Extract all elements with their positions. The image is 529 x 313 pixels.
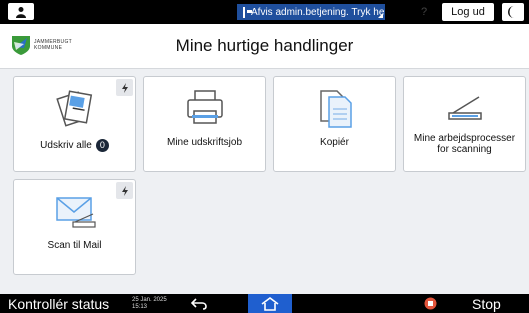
stop-button[interactable]: Stop (472, 296, 501, 312)
date-text: 25 Jan. 2025 (132, 297, 167, 303)
tile-print-all-label: Udskriv alle 0 (14, 139, 135, 152)
date-time: 25 Jan. 2025 15:13 (132, 297, 167, 311)
tile-my-print-jobs-label: Mine udskriftsjob (166, 137, 243, 148)
tile-scan-workflows[interactable]: Mine arbejdsprocesser for scanning (403, 76, 526, 172)
tile-scan-to-mail[interactable]: Scan til Mail (13, 179, 136, 275)
print-documents-icon (14, 87, 135, 131)
time-text: 15:13 (132, 304, 148, 310)
tile-my-print-jobs[interactable]: Mine udskriftsjob (143, 76, 266, 172)
printer-icon (144, 87, 265, 127)
bottom-bar: Kontrollér status 25 Jan. 2025 15:13 Sto… (0, 294, 529, 313)
tile-print-all[interactable]: Udskriv alle 0 (13, 76, 136, 172)
tile-copy[interactable]: Kopiér (273, 76, 396, 172)
tile-scan-to-mail-label: Scan til Mail (47, 240, 102, 251)
screen-icon (243, 6, 252, 18)
back-button[interactable] (186, 295, 212, 312)
corner-mark-icon (378, 13, 383, 18)
copy-documents-icon (274, 87, 395, 131)
tile-copy-label: Kopiér (320, 137, 349, 148)
home-button[interactable] (248, 294, 292, 313)
admin-notice-button[interactable]: Afvis admin.betjening. Tryk her (237, 4, 385, 20)
header: JAMMERBUGT KOMMUNE Mine hurtige handling… (0, 24, 529, 69)
user-icon (16, 6, 26, 18)
scanner-icon (404, 87, 525, 127)
user-button[interactable] (8, 3, 34, 20)
night-mode-button[interactable] (502, 3, 524, 21)
print-all-text: Udskriv alle (40, 140, 92, 152)
page-title: Mine hurtige handlinger (175, 36, 354, 55)
top-bar: Afvis admin.betjening. Tryk her ? Log ud (0, 0, 529, 24)
home-icon (261, 296, 279, 311)
tile-scan-workflows-label: Mine arbejdsprocesser for scanning (413, 133, 516, 155)
moon-icon (508, 6, 514, 18)
job-count-badge: 0 (95, 139, 109, 152)
back-arrow-icon (191, 297, 207, 310)
mail-icon (14, 192, 135, 232)
stop-icon (424, 297, 437, 310)
logout-button[interactable]: Log ud (442, 3, 494, 21)
help-button[interactable]: ? (413, 4, 435, 20)
admin-notice-text: Afvis admin.betjening. Tryk her (251, 6, 385, 18)
check-status-button[interactable]: Kontrollér status (8, 296, 109, 312)
